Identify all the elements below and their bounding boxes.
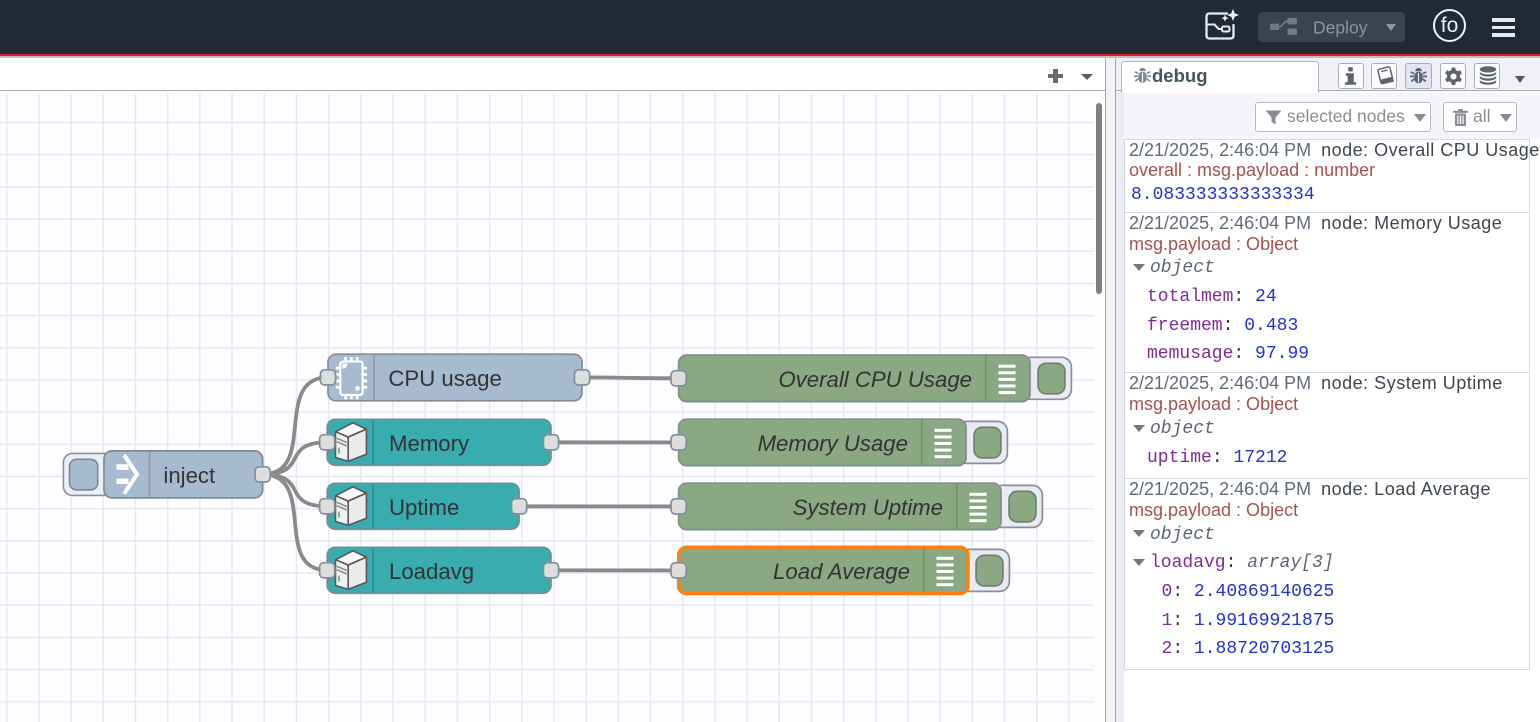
svg-text:CPU usage: CPU usage	[388, 366, 501, 391]
svg-text:System Uptime: System Uptime	[793, 495, 943, 520]
svg-text:fo: fo	[1441, 14, 1459, 37]
svg-text:Deploy: Deploy	[1313, 18, 1368, 38]
svg-text:inject: inject	[163, 463, 215, 488]
svg-text:Uptime: Uptime	[389, 495, 459, 520]
svg-text:Overall CPU Usage: Overall CPU Usage	[778, 367, 972, 392]
svg-text:Memory: Memory	[389, 431, 470, 456]
svg-text:Loadavg: Loadavg	[389, 559, 474, 584]
svg-text:Memory Usage: Memory Usage	[758, 431, 908, 456]
svg-text:Load Average: Load Average	[773, 559, 910, 584]
